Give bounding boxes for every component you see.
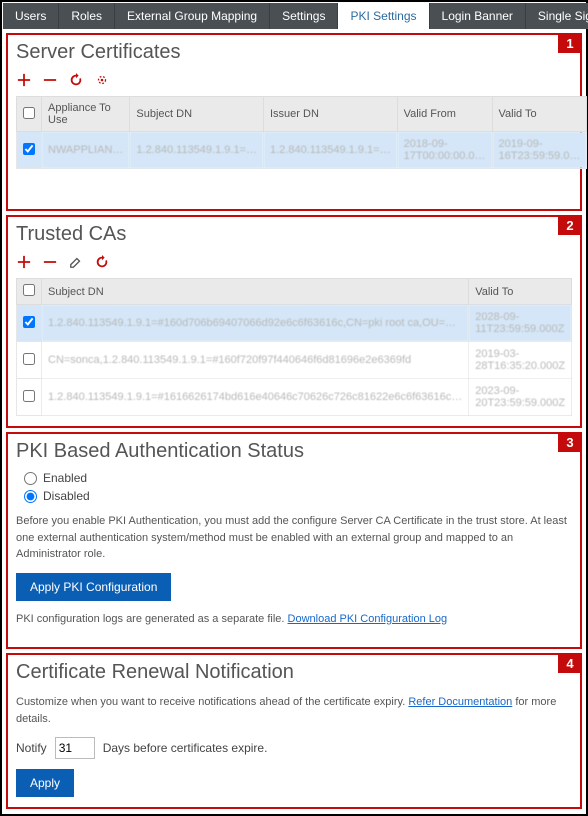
remove-icon[interactable] [42, 254, 58, 270]
radio-enabled[interactable]: Enabled [24, 471, 572, 485]
cell-subject: 1.2.840.113549.1.9.1=#160d706b69407066d9… [42, 305, 469, 342]
panel-title: Server Certificates [16, 41, 572, 64]
toolbar [16, 254, 572, 270]
cell-subject: 1.2.840.113549.1.9.1=#1616626174bd616e40… [42, 379, 469, 416]
refresh-icon[interactable] [94, 254, 110, 270]
row-checkbox[interactable] [17, 132, 42, 169]
tab-login-banner[interactable]: Login Banner [430, 3, 526, 29]
panel-server-certificates: 1 Server Certificates Appliance To Use S… [6, 33, 582, 211]
apply-button[interactable]: Apply [16, 769, 74, 797]
apply-pki-button[interactable]: Apply PKI Configuration [16, 573, 171, 601]
server-certs-table: Appliance To Use Subject DN Issuer DN Va… [16, 96, 587, 169]
renewal-note: Customize when you want to receive notif… [16, 694, 572, 727]
note-pre: Customize when you want to receive notif… [16, 696, 408, 708]
add-icon[interactable] [16, 254, 32, 270]
notify-row: Notify Days before certificates expire. [16, 737, 572, 759]
panel-trusted-cas: 2 Trusted CAs Subject DN Valid To 1.2.84… [6, 215, 582, 428]
radio-label: Enabled [43, 471, 87, 485]
target-icon[interactable] [94, 72, 110, 88]
col-valid-to: Valid To [469, 279, 572, 305]
remove-icon[interactable] [42, 72, 58, 88]
col-valid-to: Valid To [492, 97, 587, 132]
edit-icon[interactable] [68, 254, 84, 270]
table-row[interactable]: NWAPPLIAN…1.2.840.113549.1.9.1=…1.2.840.… [17, 132, 587, 169]
table-row[interactable]: CN=sonca,1.2.840.113549.1.9.1=#160f720f9… [17, 342, 572, 379]
tab-external-group-mapping[interactable]: External Group Mapping [115, 3, 270, 29]
cell-valid-to: 2019-09-16T23:59:59.0… [492, 132, 587, 169]
log-prefix: PKI configuration logs are generated as … [16, 613, 288, 625]
cell-subject: CN=sonca,1.2.840.113549.1.9.1=#160f720f9… [42, 342, 469, 379]
tab-single-sign-on-settings[interactable]: Single Sign-On Settings [526, 3, 588, 29]
radio-disabled[interactable]: Disabled [24, 489, 572, 503]
tab-settings[interactable]: Settings [270, 3, 338, 29]
row-checkbox[interactable] [17, 305, 42, 342]
table-row[interactable]: 1.2.840.113549.1.9.1=#160d706b69407066d9… [17, 305, 572, 342]
cell-valid-from: 2018-09-17T00:00:00.0… [397, 132, 492, 169]
panel-cert-renewal: 4 Certificate Renewal Notification Custo… [6, 653, 582, 809]
cell-valid-to: 2023-09-20T23:59:59.000Z [469, 379, 572, 416]
cell-valid-to: 2019-03-28T16:35:20.000Z [469, 342, 572, 379]
row-checkbox[interactable] [17, 342, 42, 379]
panel-number: 2 [558, 215, 582, 235]
panel-title: PKI Based Authentication Status [16, 440, 572, 463]
pki-log-note: PKI configuration logs are generated as … [16, 611, 572, 628]
panel-title: Trusted CAs [16, 223, 572, 246]
col-appliance: Appliance To Use [42, 97, 130, 132]
notify-days-input[interactable] [55, 737, 95, 759]
tab-pki-settings[interactable]: PKI Settings [338, 3, 429, 29]
tab-roles[interactable]: Roles [59, 3, 115, 29]
select-all[interactable] [17, 97, 42, 132]
tab-users[interactable]: Users [3, 3, 59, 29]
add-icon[interactable] [16, 72, 32, 88]
cell-subject: 1.2.840.113549.1.9.1=… [130, 132, 264, 169]
tabs-bar: UsersRolesExternal Group MappingSettings… [3, 3, 585, 29]
panel-pki-auth-status: 3 PKI Based Authentication Status Enable… [6, 432, 582, 649]
table-row[interactable]: 1.2.840.113549.1.9.1=#1616626174bd616e40… [17, 379, 572, 416]
col-issuer: Issuer DN [263, 97, 397, 132]
col-valid-from: Valid From [397, 97, 492, 132]
cell-issuer: 1.2.840.113549.1.9.1=… [263, 132, 397, 169]
col-subject: Subject DN [130, 97, 264, 132]
col-subject: Subject DN [42, 279, 469, 305]
notify-label: Notify [16, 741, 47, 755]
pki-note: Before you enable PKI Authentication, yo… [16, 513, 572, 563]
row-checkbox[interactable] [17, 379, 42, 416]
toolbar [16, 72, 572, 88]
panel-number: 3 [558, 432, 582, 452]
radio-label: Disabled [43, 489, 90, 503]
cell-appliance: NWAPPLIAN… [42, 132, 130, 169]
download-log-link[interactable]: Download PKI Configuration Log [288, 613, 448, 625]
cell-valid-to: 2028-09-11T23:59:59.000Z [469, 305, 572, 342]
trusted-cas-table: Subject DN Valid To 1.2.840.113549.1.9.1… [16, 278, 572, 416]
panel-title: Certificate Renewal Notification [16, 661, 572, 684]
select-all[interactable] [17, 279, 42, 305]
refer-doc-link[interactable]: Refer Documentation [408, 696, 512, 708]
notify-suffix: Days before certificates expire. [103, 741, 268, 755]
panel-number: 4 [558, 653, 582, 673]
panel-number: 1 [558, 33, 582, 53]
refresh-icon[interactable] [68, 72, 84, 88]
